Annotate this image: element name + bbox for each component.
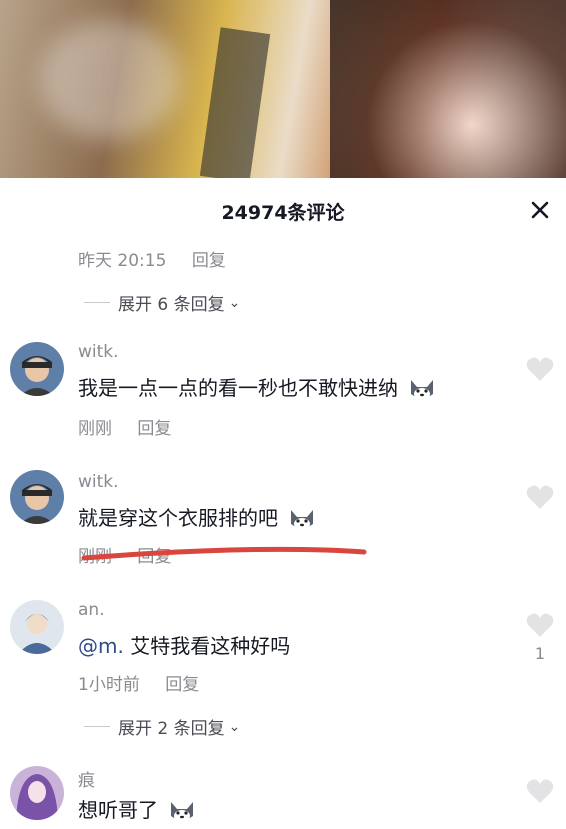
comment-time: 昨天 20:15 — [78, 251, 167, 271]
comment-text-content: 就是穿这个衣服排的吧 — [78, 506, 278, 530]
avatar[interactable] — [10, 600, 64, 654]
username[interactable]: an. — [78, 600, 105, 620]
expand-replies-button[interactable]: 展开 2 条回复 ⌄ — [84, 714, 240, 739]
heart-icon[interactable] — [526, 484, 554, 510]
comment-time: 刚刚 — [78, 547, 112, 567]
dog-emoji-icon — [168, 800, 196, 824]
comment-text: 想听哥了 — [78, 794, 196, 824]
reply-button[interactable]: 回复 — [137, 419, 171, 439]
dog-emoji-icon — [408, 378, 436, 402]
close-icon[interactable] — [526, 196, 554, 224]
divider — [84, 302, 110, 303]
comment-text-content: 艾特我看这种好吗 — [123, 634, 291, 658]
reply-button[interactable]: 回复 — [192, 251, 226, 271]
expand-replies-button[interactable]: 展开 6 条回复 ⌄ — [84, 290, 240, 315]
comment-text-content: 想听哥了 — [78, 798, 158, 822]
video-background — [0, 0, 566, 178]
comments-panel: 24974条评论 昨天 20:15 回复 展开 6 条回复 ⌄ witk. 我是… — [0, 178, 566, 822]
comment-time: 1小时前 — [78, 675, 140, 695]
comment-text: 就是穿这个衣服排的吧 — [78, 502, 316, 532]
parent-comment-meta: 昨天 20:15 回复 — [78, 246, 226, 271]
heart-icon[interactable] — [526, 356, 554, 382]
comment-count-title: 24974条评论 — [221, 202, 345, 224]
username[interactable]: witk. — [78, 342, 119, 362]
username[interactable]: witk. — [78, 472, 119, 492]
comment-time: 刚刚 — [78, 419, 112, 439]
comment-meta: 刚刚 回复 — [78, 542, 171, 567]
reply-button[interactable]: 回复 — [137, 547, 171, 567]
comments-header: 24974条评论 — [0, 178, 566, 242]
expand-replies-label: 展开 2 条回复 — [118, 719, 225, 739]
reply-button[interactable]: 回复 — [165, 675, 199, 695]
chevron-down-icon: ⌄ — [228, 718, 241, 735]
dog-emoji-icon — [288, 508, 316, 532]
avatar[interactable] — [10, 342, 64, 396]
comment-text: 我是一点一点的看一秒也不敢快进纳 — [78, 372, 436, 402]
comment-text: @m. 艾特我看这种好吗 — [78, 630, 290, 659]
expand-replies-label: 展开 6 条回复 — [118, 295, 225, 315]
heart-icon[interactable] — [526, 612, 554, 638]
divider — [84, 726, 110, 727]
avatar[interactable] — [10, 766, 64, 820]
comment-text-content: 我是一点一点的看一秒也不敢快进纳 — [78, 376, 398, 400]
mention-link[interactable]: @m. — [78, 634, 124, 658]
comment-meta: 刚刚 回复 — [78, 414, 171, 439]
heart-icon[interactable] — [526, 778, 554, 804]
like-count: 1 — [534, 644, 546, 663]
avatar[interactable] — [10, 470, 64, 524]
chevron-down-icon: ⌄ — [228, 294, 241, 311]
comment-meta: 1小时前 回复 — [78, 670, 199, 695]
username[interactable]: 痕 — [78, 766, 95, 791]
